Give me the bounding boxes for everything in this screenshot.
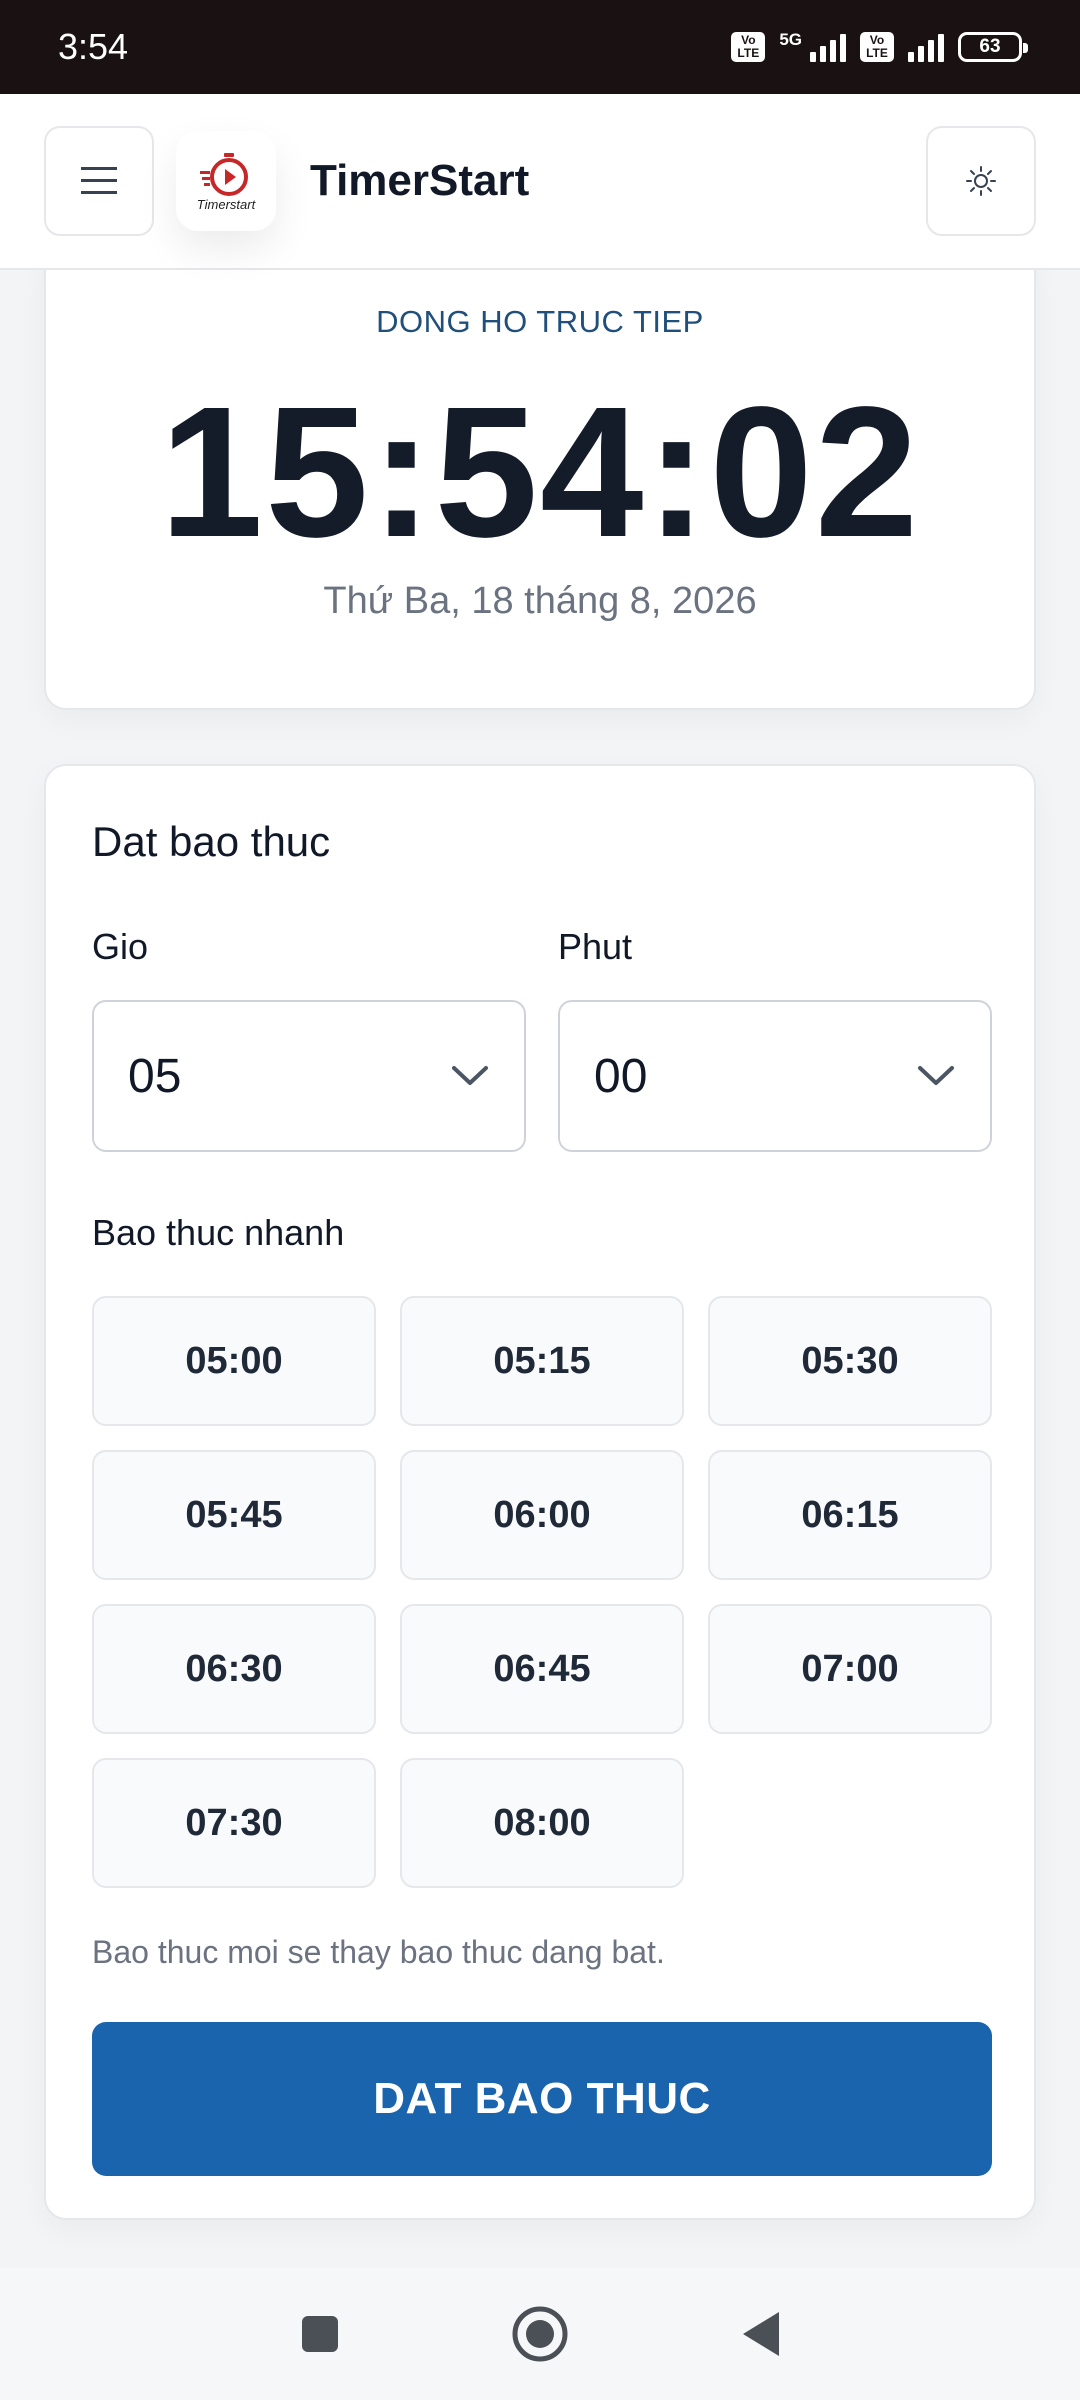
hour-value: 05 — [128, 1049, 182, 1103]
alarm-card: Dat bao thuc Gio 05 Phut 00 Bao thuc nha… — [44, 764, 1036, 2220]
chevron-down-icon — [450, 1056, 490, 1096]
stopwatch-logo-icon — [200, 152, 248, 196]
signal-icon — [908, 32, 944, 62]
clock-date: Thứ Ba, 18 tháng 8, 2026 — [323, 580, 757, 622]
live-clock-card: DONG HO TRUC TIEP 15:54:02 Thứ Ba, 18 th… — [44, 240, 1036, 710]
volte-icon: Vo LTE — [731, 32, 766, 62]
quick-alarm-button[interactable]: 06:45 — [400, 1604, 684, 1734]
volte-icon: Vo LTE — [860, 32, 894, 62]
network-type: 5G — [779, 30, 802, 49]
hour-label: Gio — [92, 926, 149, 967]
status-bar: 3:54 Vo LTE 5G Vo LTE 63 — [0, 0, 1080, 94]
back-triangle-icon — [743, 2312, 779, 2356]
quick-alarm-button[interactable]: 07:00 — [708, 1604, 992, 1734]
app-logo: Timerstart — [176, 131, 276, 231]
home-circle-icon — [512, 2306, 568, 2362]
clock-label: DONG HO TRUC TIEP — [376, 304, 704, 339]
quick-alarm-button[interactable]: 06:30 — [92, 1604, 376, 1734]
quick-alarm-button[interactable]: 06:00 — [400, 1450, 684, 1580]
quick-alarm-button[interactable]: 05:00 — [92, 1296, 376, 1426]
sun-icon — [966, 166, 996, 196]
status-icons: Vo LTE 5G Vo LTE 63 — [731, 30, 1028, 62]
recents-button[interactable] — [290, 2304, 350, 2364]
battery-icon: 63 — [958, 32, 1028, 62]
quick-alarm-button[interactable]: 05:45 — [92, 1450, 376, 1580]
hamburger-icon — [81, 167, 117, 194]
quick-alarm-grid: 05:00 05:15 05:30 05:45 06:00 06:15 06:3… — [92, 1296, 992, 1888]
minute-label: Phut — [558, 926, 633, 967]
chevron-down-icon — [916, 1056, 956, 1096]
quick-alarm-button[interactable]: 07:30 — [92, 1758, 376, 1888]
home-button[interactable] — [510, 2304, 570, 2364]
hour-select[interactable]: 05 — [92, 1000, 526, 1152]
signal-icon — [810, 32, 846, 62]
set-alarm-button[interactable]: DAT BAO THUC — [92, 2022, 992, 2176]
quick-alarm-button[interactable]: 05:30 — [708, 1296, 992, 1426]
quick-alarm-button[interactable]: 08:00 — [400, 1758, 684, 1888]
back-button[interactable] — [730, 2304, 790, 2364]
system-nav-bar — [0, 2268, 1080, 2400]
battery-level: 63 — [979, 36, 1001, 57]
quick-alarm-button[interactable]: 06:15 — [708, 1450, 992, 1580]
minute-select[interactable]: 00 — [558, 1000, 992, 1152]
alarm-hint: Bao thuc moi se thay bao thuc dang bat. — [92, 1934, 665, 1970]
square-icon — [302, 2316, 338, 2352]
app-title: TimerStart — [310, 156, 530, 205]
clock-time: 15:54:02 — [159, 369, 921, 576]
app-header: Timerstart TimerStart — [0, 94, 1080, 270]
quick-alarm-label: Bao thuc nhanh — [92, 1212, 345, 1253]
status-time: 3:54 — [58, 26, 129, 67]
quick-alarm-button[interactable]: 05:15 — [400, 1296, 684, 1426]
minute-value: 00 — [594, 1049, 648, 1103]
theme-toggle-button[interactable] — [926, 126, 1036, 236]
menu-button[interactable] — [44, 126, 154, 236]
alarm-title: Dat bao thuc — [92, 818, 331, 865]
